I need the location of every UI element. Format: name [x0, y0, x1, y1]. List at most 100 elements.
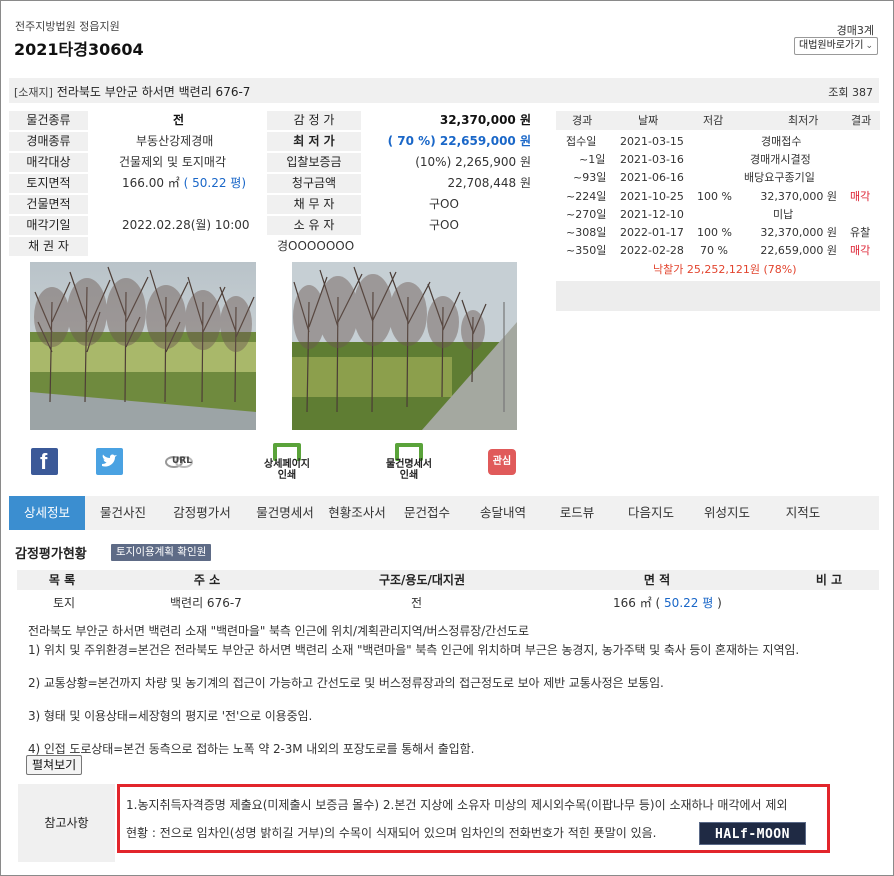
history-header-rate: 저감 [703, 114, 724, 127]
appraisal-summary: 전라북도 부안군 하서면 백련리 소재 "백련마을" 북측 인근에 위치/계획관… [28, 624, 529, 638]
interest-label: 관심 [492, 456, 512, 467]
url-link-icon[interactable]: URL [164, 451, 194, 473]
auction-type-value: 부동산강제경매 [136, 134, 214, 148]
history-elapsed: ~93일 [573, 171, 607, 184]
address-tag: [소재지] [14, 86, 53, 99]
history-date: 2022-01-17 [620, 226, 684, 239]
tab-delivery[interactable]: 송달내역 [467, 496, 539, 530]
item-print-label: 물건명세서 인쇄 [386, 459, 432, 481]
appraisal-item-1: 1) 위치 및 주위환경=본건은 전라북도 부안군 하서면 백련리 소재 "백련… [28, 643, 800, 657]
history-header-date: 날짜 [638, 114, 659, 127]
highlighted-note-box: 1.농지취득자격증명 제출요(미제출시 보증금 몰수) 2.본건 지상에 소유자… [117, 784, 830, 853]
col-list: 목 록 [48, 573, 76, 587]
row-area-close: ) [717, 596, 722, 610]
note-line-2: 현황 : 전으로 임차인(성명 밝히길 거부)의 수목이 식재되어 있으며 임차… [126, 826, 657, 840]
row-kind: 토지 [53, 596, 76, 610]
land-area-value: 166.00 ㎡ [122, 176, 180, 190]
label-deposit: 입찰보증금 [267, 153, 361, 172]
history-date: 2022-02-28 [620, 244, 684, 257]
min-price-value: ( 70 %) 22,659,000 원 [387, 134, 531, 148]
interest-button[interactable]: 관심 [488, 449, 516, 475]
tab-appraisal[interactable]: 감정평가서 [161, 496, 243, 530]
label-sale-date: 매각기일 [9, 216, 88, 235]
history-header-elapsed: 경과 [572, 114, 593, 127]
tab-roadview[interactable]: 로드뷰 [543, 496, 611, 530]
col-note: 비 고 [815, 573, 843, 587]
tab-satellite-map[interactable]: 위성지도 [691, 496, 763, 530]
property-address: 전라북도 부안군 하서면 백련리 676-7 [56, 85, 251, 99]
tab-cadastral-map[interactable]: 지적도 [767, 496, 839, 530]
history-elapsed: ~1일 [579, 153, 606, 166]
appraisal-section-title: 감정평가현황 [15, 547, 87, 562]
item-statement-print-icon[interactable]: 물건명세서 인쇄 [380, 443, 438, 481]
label-owner: 소 유 자 [267, 216, 361, 235]
court-name: 전주지방법원 정읍지원 [15, 20, 120, 33]
appraisal-item-3: 3) 형태 및 이용상태=세장형의 평지로 '전'으로 이용중임. [28, 709, 313, 723]
label-creditor: 채 권 자 [9, 237, 88, 256]
history-rate: 100 % [697, 190, 732, 203]
appraisal-item-2: 2) 교통상황=본건까지 차량 및 농기계의 접근이 가능하고 간선도로 및 버… [28, 676, 664, 690]
label-land-area: 토지면적 [9, 174, 88, 193]
label-appraisal: 감 정 가 [267, 111, 361, 130]
tab-detail-info[interactable]: 상세정보 [9, 496, 85, 530]
history-price: 22,659,000 원 [760, 244, 837, 257]
history-elapsed: 접수일 [566, 135, 597, 148]
facebook-icon[interactable]: f [31, 448, 58, 475]
land-use-plan-button[interactable]: 토지이용계획 확인원 [111, 544, 212, 561]
chevron-down-icon: ⌄ [865, 41, 873, 51]
history-price: 경매접수 [761, 135, 802, 148]
label-auction-type: 경매종류 [9, 132, 88, 151]
row-area-pyeong: 50.22 평 [664, 596, 714, 610]
history-footer-box [556, 281, 880, 311]
note-line-1: 1.농지취득자격증명 제출요(미제출시 보증금 몰수) 2.본건 지상에 소유자… [126, 798, 788, 812]
owner-value: 구OO [429, 218, 459, 232]
history-header-price: 최저가 [788, 114, 819, 127]
history-date: 2021-03-15 [620, 135, 684, 148]
case-number: 2021타경30604 [14, 40, 144, 59]
url-label: URL [172, 456, 192, 466]
tab-daum-map[interactable]: 다음지도 [615, 496, 687, 530]
history-date: 2021-12-10 [620, 208, 684, 221]
auction-department: 경매3계 [836, 24, 874, 37]
history-rate: 100 % [697, 226, 732, 239]
sale-target-value: 건물제외 및 토지매각 [119, 155, 226, 169]
label-claim: 청구금액 [267, 174, 361, 193]
history-elapsed: ~350일 [566, 244, 607, 257]
reference-notes: 참고사항 1.농지취득자격증명 제출요(미제출시 보증금 몰수) 2.본건 지상… [18, 784, 879, 862]
property-photo-2[interactable] [292, 262, 517, 430]
creditor-value: 경OOOOOOO [277, 239, 355, 253]
label-debtor: 채 무 자 [267, 195, 361, 214]
history-result: 매각 [850, 190, 871, 203]
tab-photos[interactable]: 물건사진 [87, 496, 159, 530]
sale-date-value: 2022.02.28(월) 10:00 [122, 218, 250, 232]
half-moon-logo: HALf-MOON [699, 822, 806, 845]
history-date: 2021-06-16 [620, 171, 684, 184]
history-price: 미납 [773, 208, 794, 221]
expand-button[interactable]: 펼쳐보기 [26, 755, 83, 775]
twitter-icon[interactable] [96, 448, 123, 475]
history-price: 배당요구종기일 [744, 171, 815, 184]
detail-page-print-icon[interactable]: 상세페이지 인쇄 [258, 443, 316, 481]
history-price: 32,370,000 원 [760, 190, 837, 203]
history-date: 2021-03-16 [620, 153, 684, 166]
property-photo-1[interactable] [30, 262, 256, 430]
tab-status-report[interactable]: 현황조사서 [315, 496, 399, 530]
history-result: 매각 [850, 244, 871, 257]
court-shortcut-select[interactable]: 대법원바로가기 ⌄ [794, 37, 878, 55]
reference-label: 참고사항 [18, 784, 115, 862]
col-structure: 구조/용도/대지권 [378, 573, 466, 587]
label-item-type: 물건종류 [9, 111, 88, 130]
history-rate: 70 % [700, 244, 728, 257]
view-count: 조회 387 [828, 86, 873, 99]
shortcut-label: 대법원바로가기 [799, 40, 864, 51]
appraisal-item-4: 4) 인접 도로상태=본건 동측으로 접하는 노폭 약 2-3M 내외의 포장도… [28, 742, 475, 756]
history-price: 32,370,000 원 [760, 226, 837, 239]
label-min-price: 최 저 가 [267, 132, 361, 151]
claim-value: 22,708,448 원 [447, 176, 531, 190]
history-date: 2021-10-25 [620, 190, 684, 203]
tab-documents[interactable]: 문건접수 [391, 496, 463, 530]
auction-detail-page: 전주지방법원 정읍지원 2021타경30604 경매3계 대법원바로가기 ⌄ [… [0, 0, 894, 876]
row-address: 백련리 676-7 [170, 596, 242, 610]
debtor-value: 구OO [429, 197, 459, 211]
item-type-value: 전 [173, 113, 185, 127]
